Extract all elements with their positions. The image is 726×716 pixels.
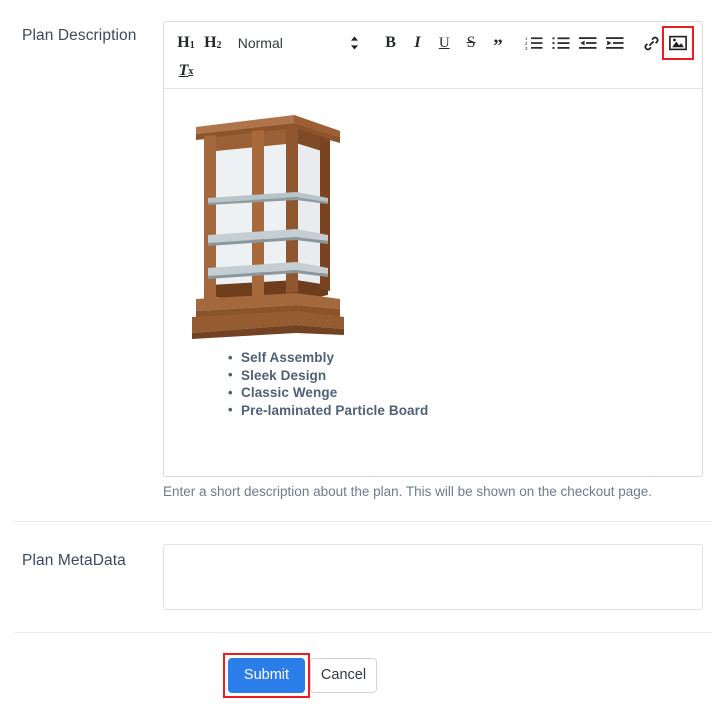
list-item: Classic Wenge — [228, 384, 688, 402]
heading-2-button[interactable]: H2 — [201, 30, 225, 56]
heading-2-sub: 2 — [216, 39, 222, 51]
plan-description-label: Plan Description — [22, 25, 142, 47]
format-picker-value: Normal — [237, 35, 283, 51]
ordered-list-icon[interactable]: 1 2 3 — [522, 30, 546, 56]
section-divider — [14, 632, 712, 633]
svg-text:3: 3 — [525, 46, 528, 51]
product-feature-list: Self Assembly Sleek Design Classic Wenge… — [228, 349, 688, 419]
help-text-label: Enter a short description about the plan… — [163, 484, 653, 499]
heading-1-label: H — [177, 34, 190, 51]
plan-metadata-label: Plan MetaData — [22, 550, 172, 572]
toolbar-row-secondary: Tx — [174, 58, 692, 84]
toolbar-row-primary: H1 H2 Normal B I U S ” 1 2 3 — [174, 26, 695, 60]
section-divider — [14, 521, 712, 522]
list-item: Pre-laminated Particle Board — [228, 401, 688, 420]
italic-label: I — [414, 34, 421, 51]
clear-formatting-sub: x — [188, 65, 194, 77]
heading-2-label: H — [204, 34, 217, 51]
plan-description-label-text: Plan Description — [22, 27, 137, 44]
chevron-updown-icon[interactable] — [343, 30, 367, 56]
rich-text-editor: H1 H2 Normal B I U S ” 1 2 3 T x • Self … — [163, 21, 703, 477]
format-picker[interactable]: Normal — [233, 30, 343, 56]
bold-button[interactable]: B — [379, 30, 403, 56]
clear-formatting-button[interactable]: Tx — [174, 58, 198, 84]
plan-description-help-text: Enter a short description about the plan… — [163, 483, 723, 501]
blockquote-label: ” — [493, 36, 503, 57]
heading-1-sub: 1 — [189, 39, 195, 51]
underline-label: U — [438, 34, 450, 51]
outdent-icon[interactable] — [576, 30, 600, 56]
strikethrough-button[interactable]: S — [459, 30, 483, 56]
plan-metadata-label-text: Plan MetaData — [22, 552, 126, 569]
clear-formatting-label: T — [178, 62, 189, 79]
list-item: Self Assembly — [228, 349, 688, 367]
submit-button[interactable]: Submit — [228, 658, 305, 693]
product-image[interactable] — [178, 103, 688, 343]
editor-content-area[interactable]: Self Assembly Sleek Design Classic Wenge… — [164, 89, 702, 479]
underline-button[interactable]: U — [432, 30, 456, 56]
image-icon[interactable] — [662, 26, 695, 60]
italic-button[interactable]: I — [405, 30, 429, 56]
bold-label: B — [385, 34, 396, 51]
bullet-list-icon[interactable] — [549, 30, 573, 56]
indent-icon[interactable] — [603, 30, 627, 56]
list-item: Sleek Design — [228, 366, 688, 385]
blockquote-button[interactable]: ” — [486, 34, 510, 60]
plan-metadata-input[interactable] — [163, 544, 703, 610]
link-icon[interactable] — [639, 30, 663, 56]
strikethrough-label: S — [466, 34, 476, 51]
heading-1-button[interactable]: H1 — [174, 30, 198, 56]
editor-toolbar: H1 H2 Normal B I U S ” 1 2 3 T x — [164, 22, 702, 89]
cancel-button[interactable]: Cancel — [310, 658, 377, 693]
